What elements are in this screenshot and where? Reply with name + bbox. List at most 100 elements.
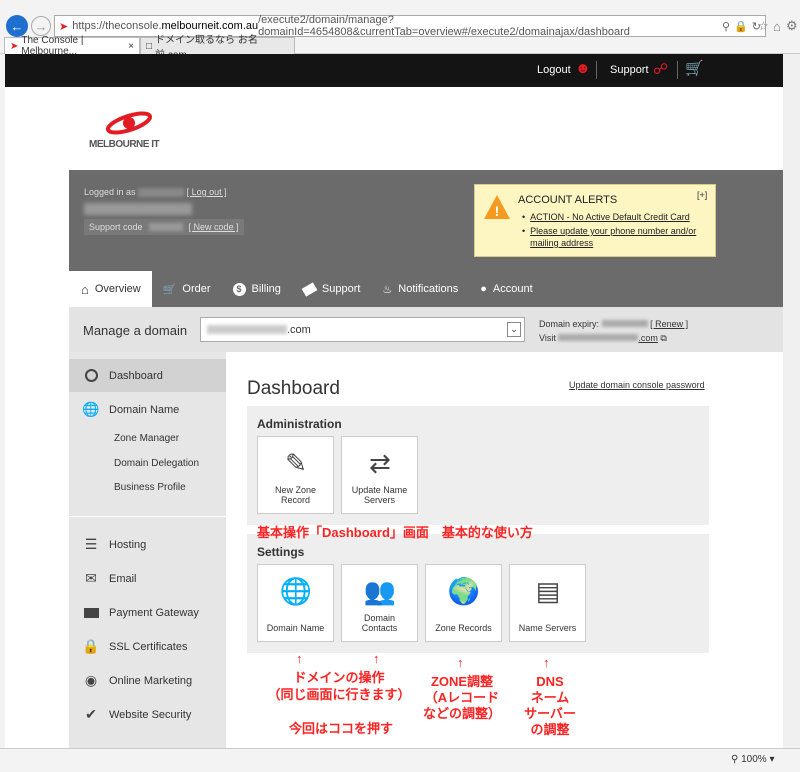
nav-support[interactable]: Support xyxy=(292,271,372,307)
name-servers-tile[interactable]: ▤ Name Servers xyxy=(509,564,586,642)
sidebar-item-online-marketing[interactable]: ◉ Online Marketing xyxy=(69,664,226,697)
support-link[interactable]: Support xyxy=(610,64,649,76)
shield-icon: ✔ xyxy=(85,706,97,722)
nav-billing[interactable]: $ Billing xyxy=(222,271,292,307)
edit-document-icon: ✎ xyxy=(285,448,307,478)
divider xyxy=(677,61,678,79)
cart-icon[interactable]: 🛒 xyxy=(685,59,704,77)
sidebar-label: SSL Certificates xyxy=(109,640,188,653)
sidebar-item-ssl-certificates[interactable]: 🔒 SSL Certificates xyxy=(69,630,226,663)
domain-select[interactable]: .com ⌄ xyxy=(200,317,525,342)
sidebar-sub-domain-delegation[interactable]: Domain Delegation xyxy=(114,458,199,469)
bullet: • xyxy=(522,226,531,236)
user-icon[interactable]: ☻ xyxy=(575,60,591,77)
alert-link-credit-card[interactable]: ACTION - No Active Default Credit Card xyxy=(530,212,690,222)
headset-icon[interactable]: ☍ xyxy=(653,60,668,78)
new-code-link[interactable]: [ New code ] xyxy=(189,222,239,232)
bullet: • xyxy=(522,212,531,222)
sidebar-item-payment-gateway[interactable]: Payment Gateway xyxy=(69,596,226,629)
melbourne-it-logo[interactable]: MELBOURNE IT xyxy=(85,109,165,153)
dollar-icon: $ xyxy=(232,282,246,296)
chevron-down-icon[interactable]: ⌄ xyxy=(507,322,521,337)
logout-link[interactable]: Logout xyxy=(537,64,571,76)
sidebar-divider xyxy=(69,516,226,517)
scrollbar-track[interactable] xyxy=(783,54,800,748)
sidebar-label: Domain Name xyxy=(109,403,180,416)
target-icon: ◉ xyxy=(84,672,98,688)
update-name-servers-tile[interactable]: ⇄ Update Name Servers xyxy=(341,436,418,514)
annotation-domain-operation: ドメインの操作 （同じ画面に行きます） xyxy=(267,670,411,702)
renew-link[interactable]: [ Renew ] xyxy=(650,319,688,329)
zoom-control[interactable]: ⚲ 100% ▾ xyxy=(731,754,775,765)
section-heading: Settings xyxy=(257,545,305,559)
update-password-link[interactable]: Update domain console password xyxy=(569,380,705,390)
cart-icon: 🛒 xyxy=(162,283,177,296)
logout-link[interactable]: [ Log out ] xyxy=(187,187,227,197)
refresh-arrows-icon: ⇄ xyxy=(369,448,391,478)
tile-label: Name Servers xyxy=(518,623,577,633)
envelope-icon: ✉ xyxy=(85,570,97,586)
nav-label: Support xyxy=(321,283,361,295)
forward-button[interactable]: → xyxy=(31,16,51,36)
favorites-icon[interactable]: ☆ xyxy=(758,19,769,33)
external-link-icon[interactable]: ⧉ xyxy=(660,333,666,343)
new-zone-record-tile[interactable]: ✎ New Zone Record xyxy=(257,436,334,514)
main-navigation: ⌂ Overview 🛒 Order $ Billing Support ♨ N… xyxy=(69,271,783,307)
url-prefix: https://theconsole. xyxy=(72,20,162,32)
search-icon[interactable]: ⚲ xyxy=(722,20,730,33)
nav-overview[interactable]: ⌂ Overview xyxy=(69,271,152,307)
back-button[interactable]: ← xyxy=(6,15,28,37)
sidebar-label: Website Security xyxy=(109,708,192,721)
sidebar: Dashboard 🌐 Domain Name Zone Manager Dom… xyxy=(69,352,226,748)
alert-link-update-contact[interactable]: Please update your phone number and/or m… xyxy=(530,225,707,249)
annotation-arrow: ↑ xyxy=(457,655,464,670)
nav-label: Billing xyxy=(251,283,281,295)
annotation-arrow: ↑ xyxy=(373,651,380,666)
nav-notifications[interactable]: ♨ Notifications xyxy=(371,271,469,307)
settings-gear-icon[interactable]: ⚙ xyxy=(786,18,798,34)
annotation-banner: 基本操作「Dashboard」画面 基本的な使い方 xyxy=(257,525,533,540)
sidebar-item-domain-name[interactable]: 🌐 Domain Name xyxy=(69,393,226,426)
annotation-dns: DNS ネーム サーバー の調整 xyxy=(524,674,576,737)
user-info-bar: Logged in as [ Log out ] Support code [ … xyxy=(69,170,783,271)
tile-label: Update Name Servers xyxy=(351,485,408,505)
lock-icon[interactable]: 🔒 xyxy=(734,20,748,33)
zone-records-tile[interactable]: 🌍 Zone Records xyxy=(425,564,502,642)
sidebar-sub-zone-manager[interactable]: Zone Manager xyxy=(114,433,179,444)
tile-label: Domain Contacts xyxy=(361,613,398,633)
visit-line: Visit .com ⧉ xyxy=(539,333,667,344)
domain-name-tile[interactable]: 🌐 Domain Name xyxy=(257,564,334,642)
tile-label: Zone Records xyxy=(435,623,492,633)
globe-icon: 🌐 xyxy=(279,576,313,606)
ticket-icon xyxy=(301,281,318,297)
nav-order[interactable]: 🛒 Order xyxy=(152,271,222,307)
site-header: MELBOURNE IT xyxy=(5,87,783,170)
url-path: /execute2/domain/manage?domainId=4654808… xyxy=(258,14,630,38)
home-icon[interactable]: ⌂ xyxy=(773,19,781,34)
credit-card-icon xyxy=(83,605,99,621)
visit-link[interactable]: .com xyxy=(638,333,658,343)
dashboard-gauge-icon xyxy=(83,368,99,384)
nav-label: Order xyxy=(182,283,211,295)
sidebar-item-hosting[interactable]: ☰ Hosting xyxy=(69,528,226,561)
zoom-level: 100% xyxy=(741,754,767,765)
sidebar-item-dashboard[interactable]: Dashboard xyxy=(69,359,226,392)
close-tab-icon[interactable]: × xyxy=(128,41,134,52)
sidebar-sub-business-profile[interactable]: Business Profile xyxy=(114,482,186,493)
bell-icon: ♨ xyxy=(382,283,393,296)
svg-text:!: ! xyxy=(495,203,500,219)
browser-tab-active[interactable]: ➤ The Console | Melbourne... × xyxy=(4,35,140,57)
site-favicon-icon: ➤ xyxy=(59,20,69,33)
logged-in-label: Logged in as xyxy=(84,187,136,197)
domain-contacts-tile[interactable]: 👥 Domain Contacts xyxy=(341,564,418,642)
alerts-title: ACCOUNT ALERTS xyxy=(518,194,618,206)
browser-tab[interactable]: □ ドメイン取るなら お名前.com xyxy=(140,35,295,61)
sidebar-label: Hosting xyxy=(109,538,147,551)
alerts-expand-button[interactable]: [+] xyxy=(697,190,707,200)
zoom-icon: ⚲ xyxy=(731,754,739,765)
sidebar-item-email[interactable]: ✉ Email xyxy=(69,562,226,595)
nav-account[interactable]: ● Account xyxy=(469,271,543,307)
sidebar-item-website-security[interactable]: ✔ Website Security xyxy=(69,698,226,731)
annotation-zone: ZONE調整 （Aレコード などの調整） xyxy=(422,674,501,721)
alert-item: • ACTION - No Active Default Credit Card xyxy=(522,212,712,222)
